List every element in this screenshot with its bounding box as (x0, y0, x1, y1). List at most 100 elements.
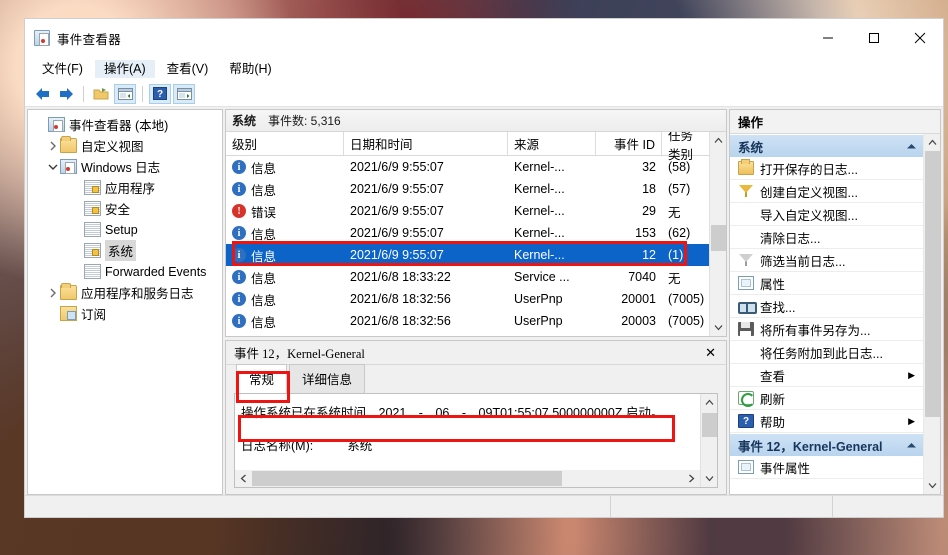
table-row-selected[interactable]: i 信息 2021/6/9 9:55:07 Kernel-... 12 (1) (226, 244, 709, 266)
scroll-up-icon[interactable] (710, 132, 727, 149)
action-import-custom-view[interactable]: 导入自定义视图... (730, 203, 923, 226)
menu-file[interactable]: 文件(F) (33, 60, 92, 79)
tree-node-custom-views[interactable]: 自定义视图 (32, 135, 222, 156)
action-filter-current-log[interactable]: 筛选当前日志... (730, 249, 923, 272)
column-header-source[interactable]: 来源 (508, 132, 596, 155)
tab-details[interactable]: 详细信息 (289, 364, 366, 393)
action-save-all-events-as[interactable]: 将所有事件另存为... (730, 318, 923, 341)
navigation-tree-pane: 事件查看器 (本地) 自定义视图 Windows 日志 应用程序 安全 Setu… (27, 109, 223, 495)
scrollbar-track[interactable] (710, 149, 727, 319)
console-tree: 事件查看器 (本地) 自定义视图 Windows 日志 应用程序 安全 Setu… (28, 110, 222, 324)
forward-arrow-icon[interactable] (55, 84, 77, 104)
actions-scrollbar[interactable] (923, 134, 940, 494)
scroll-right-icon[interactable] (683, 470, 700, 487)
open-folder-icon[interactable] (90, 84, 112, 104)
actions-list: 系统 打开保存的日志... 创建自定义视图... 导入自定义视图... 清除日志… (730, 134, 923, 494)
action-help[interactable]: ? 帮助 ▶ (730, 410, 923, 433)
tab-general[interactable]: 常规 (236, 364, 288, 393)
action-attach-task-to-log[interactable]: 将任务附加到此日志... (730, 341, 923, 364)
cell-datetime: 2021/6/9 9:55:07 (350, 226, 444, 240)
chevron-up-icon[interactable] (906, 438, 917, 452)
tree-node-application[interactable]: 应用程序 (32, 177, 222, 198)
scrollbar-thumb[interactable] (924, 151, 940, 417)
actions-pane: 操作 系统 打开保存的日志... 创建自定义视图... 导入自定义视图... 清… (729, 109, 941, 495)
action-properties[interactable]: 属性 (730, 272, 923, 295)
back-arrow-icon[interactable] (31, 84, 53, 104)
table-row[interactable]: i 信息 2021/6/8 18:33:22 Service ... 7040 无 (226, 266, 709, 288)
detail-vertical-scrollbar[interactable] (700, 394, 717, 487)
action-open-saved-log[interactable]: 打开保存的日志... (730, 157, 923, 180)
chevron-up-icon[interactable] (906, 139, 917, 153)
show-tree-pane-icon[interactable] (114, 83, 136, 104)
chevron-right-icon[interactable] (46, 141, 60, 151)
detail-text-area[interactable]: 操作系统已在系统时间 2021 - 06 - 09T01:55:07.50000… (235, 394, 700, 487)
detail-horizontal-scrollbar[interactable] (235, 470, 700, 487)
scroll-down-icon[interactable] (924, 477, 941, 494)
scrollbar-thumb[interactable] (710, 225, 726, 251)
event-detail-panel: 事件 12，Kernel-General ✕ 常规 详细信息 操作系统已在系统时… (225, 340, 727, 495)
table-row[interactable]: i 信息 2021/6/9 9:55:07 Kernel-... 18 (57) (226, 178, 709, 200)
scrollbar-track[interactable] (924, 151, 941, 477)
tree-node-applications-services-logs[interactable]: 应用程序和服务日志 (32, 282, 222, 303)
menu-view[interactable]: 查看(V) (158, 60, 218, 79)
log-icon (84, 264, 101, 279)
actions-group-system[interactable]: 系统 (730, 134, 923, 157)
tree-label: 安全 (105, 203, 131, 217)
maximize-button[interactable] (851, 19, 897, 57)
tree-node-system[interactable]: 系统 (32, 240, 222, 261)
scroll-up-icon[interactable] (701, 394, 718, 411)
tree-node-security[interactable]: 安全 (32, 198, 222, 219)
scrollbar-thumb[interactable] (701, 413, 717, 437)
cell-level: 错误 (251, 205, 277, 220)
action-view[interactable]: 查看 ▶ (730, 364, 923, 387)
action-label: 查找... (760, 300, 796, 315)
cell-event-id: 29 (642, 204, 656, 218)
table-row[interactable]: i信息 2021/6/8 18:32:56 Service ... 7045 无 (226, 332, 709, 336)
help-icon[interactable]: ? (149, 83, 171, 104)
scrollbar-track[interactable] (701, 411, 718, 470)
close-button[interactable] (897, 19, 943, 57)
action-label: 将任务附加到此日志... (760, 346, 883, 361)
action-create-custom-view[interactable]: 创建自定义视图... (730, 180, 923, 203)
table-row[interactable]: i 信息 2021/6/8 18:32:56 UserPnp 20001 (700… (226, 288, 709, 310)
action-label: 查看 (760, 369, 786, 384)
hscrollbar-track[interactable] (252, 470, 683, 487)
minimize-button[interactable] (805, 19, 851, 57)
svg-text:?: ? (157, 89, 163, 100)
table-row[interactable]: i 信息 2021/6/9 9:55:07 Kernel-... 32 (58) (226, 156, 709, 178)
actions-group-event[interactable]: 事件 12，Kernel-General (730, 433, 923, 456)
scroll-left-icon[interactable] (235, 470, 252, 487)
chevron-right-icon[interactable] (46, 288, 60, 298)
tree-node-windows-logs[interactable]: Windows 日志 (32, 156, 222, 177)
scroll-down-icon[interactable] (701, 470, 718, 487)
scroll-up-icon[interactable] (924, 134, 941, 151)
action-clear-log[interactable]: 清除日志... (730, 226, 923, 249)
tree-node-subscriptions[interactable]: 订阅 (32, 303, 222, 324)
tree-node-event-viewer[interactable]: 事件查看器 (本地) (32, 114, 222, 135)
action-find[interactable]: 查找... (730, 295, 923, 318)
show-action-pane-icon[interactable] (173, 83, 195, 104)
chevron-down-icon[interactable] (46, 163, 60, 171)
column-header-task-category[interactable]: 任务类别 (662, 132, 709, 162)
save-icon (738, 322, 754, 336)
scroll-down-icon[interactable] (710, 319, 727, 336)
cell-event-id: 153 (635, 226, 656, 240)
detail-close-button[interactable]: ✕ (701, 345, 720, 361)
detail-title-bar: 事件 12，Kernel-General ✕ (226, 341, 726, 365)
table-row[interactable]: ! 错误 2021/6/9 9:55:07 Kernel-... 29 无 (226, 200, 709, 222)
action-refresh[interactable]: 刷新 (730, 387, 923, 410)
menu-help[interactable]: 帮助(H) (220, 60, 280, 79)
action-event-properties[interactable]: 事件属性 (730, 456, 923, 479)
column-header-datetime[interactable]: 日期和时间 (344, 132, 508, 155)
menu-action[interactable]: 操作(A) (94, 59, 155, 79)
table-row[interactable]: i 信息 2021/6/9 9:55:07 Kernel-... 153 (62) (226, 222, 709, 244)
table-row[interactable]: i 信息 2021/6/8 18:32:56 UserPnp 20003 (700… (226, 310, 709, 332)
hscrollbar-thumb[interactable] (252, 471, 563, 486)
tree-node-setup[interactable]: Setup (32, 219, 222, 240)
cell-level: 信息 (251, 249, 277, 264)
column-header-event-id[interactable]: 事件 ID (596, 132, 662, 155)
column-header-level[interactable]: 级别 (226, 132, 344, 155)
log-alert-icon (84, 243, 101, 258)
tree-node-forwarded-events[interactable]: Forwarded Events (32, 261, 222, 282)
event-list-scrollbar[interactable] (709, 132, 726, 336)
